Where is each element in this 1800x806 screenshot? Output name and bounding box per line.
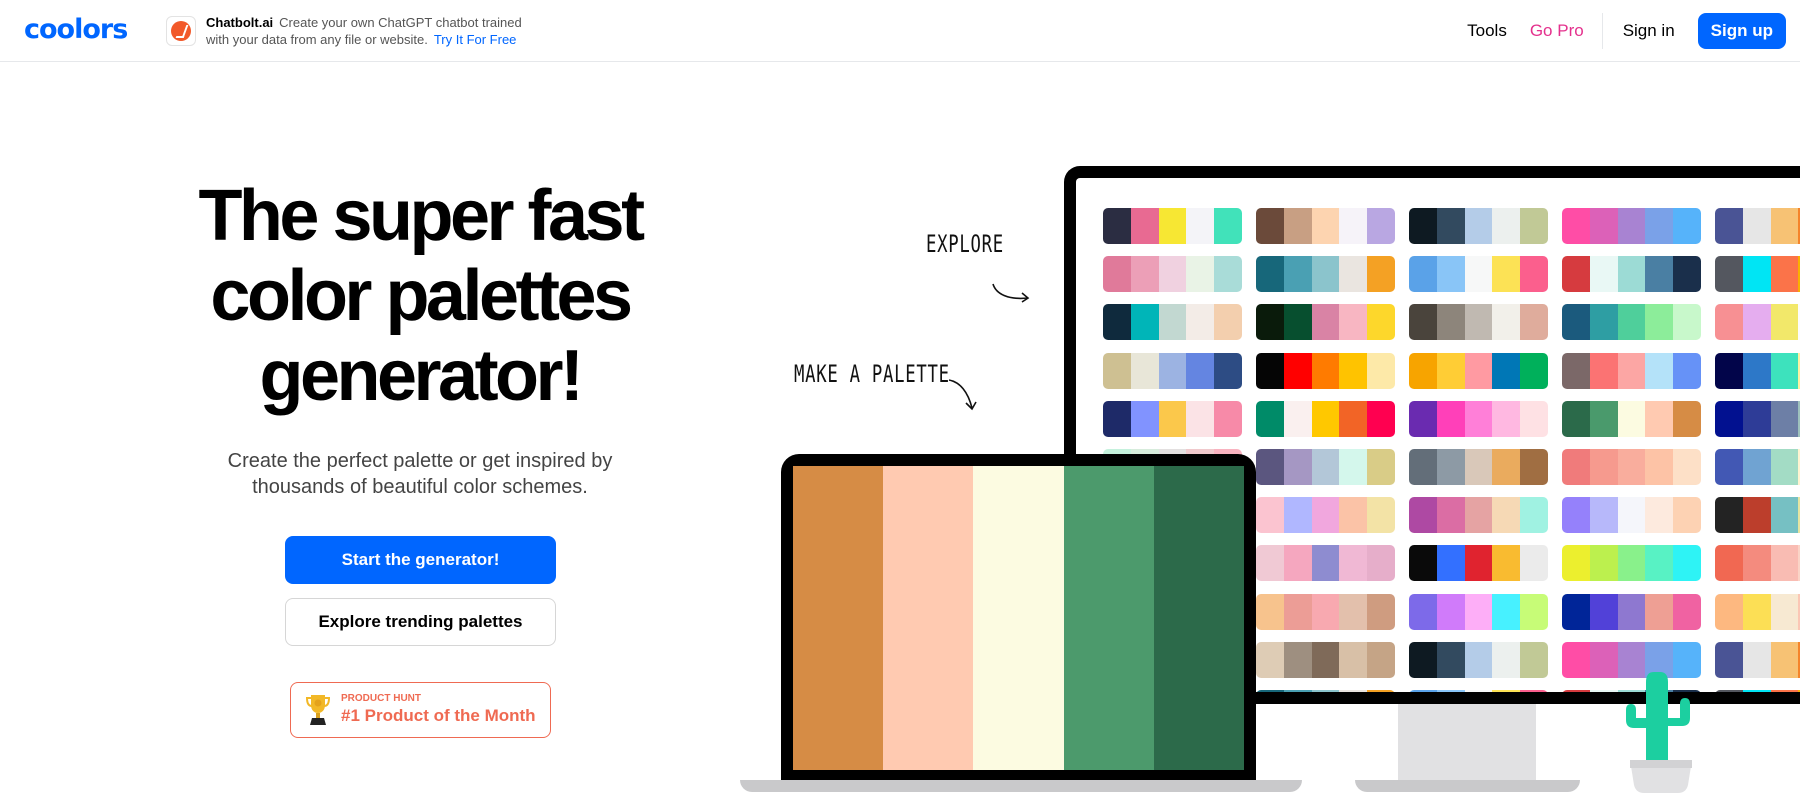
monitor-palette — [1256, 400, 1395, 437]
monitor-palette — [1256, 304, 1395, 341]
monitor-palette — [1715, 400, 1800, 437]
monitor-palette — [1715, 593, 1800, 630]
nav-divider — [1601, 13, 1603, 49]
laptop-swatch — [1153, 466, 1244, 770]
monitor-palette — [1409, 593, 1548, 630]
ad-text-block: Chatbolt.ai Create your own ChatGPT chatb… — [206, 14, 546, 48]
trophy-icon — [305, 695, 331, 725]
monitor-palette — [1256, 256, 1395, 293]
tools-menu[interactable]: Tools — [1467, 21, 1507, 41]
sign-in-link[interactable]: Sign in — [1623, 21, 1675, 41]
monitor-palette — [1409, 304, 1548, 341]
ad-brand: Chatbolt.ai — [206, 15, 274, 30]
monitor-palette — [1562, 352, 1701, 389]
laptop-swatch — [1063, 466, 1154, 770]
monitor-palette — [1103, 400, 1242, 437]
monitor-palette — [1715, 497, 1800, 534]
hero-title-line-1: The super fast — [198, 176, 645, 256]
monitor-palette — [1562, 593, 1701, 630]
monitor-palette — [1715, 690, 1800, 692]
laptop-screen-palette — [793, 466, 1244, 770]
monitor-palette — [1562, 449, 1701, 485]
arrow-make-palette-icon — [948, 379, 977, 411]
laptop-swatch — [793, 466, 884, 770]
monitor-palette — [1103, 304, 1242, 341]
monitor-palette — [1715, 641, 1800, 678]
monitor-stand — [1398, 704, 1536, 780]
monitor-palette — [1715, 256, 1800, 293]
go-pro-link[interactable]: Go Pro — [1530, 21, 1584, 41]
nav-actions: Tools Go Pro Sign in Sign up — [1467, 13, 1786, 49]
monitor-palette — [1409, 256, 1548, 293]
monitor-palette — [1562, 256, 1701, 293]
explore-trending-button[interactable]: Explore trending palettes — [285, 598, 556, 646]
annotation-make-palette: MAKE A PALETTE — [794, 360, 950, 388]
hero-subtitle: Create the perfect palette or get inspir… — [227, 450, 613, 498]
monitor-palette — [1409, 352, 1548, 389]
product-hunt-badge[interactable]: PRODUCT HUNT #1 Product of the Month — [290, 682, 551, 738]
monitor-palette — [1103, 352, 1242, 389]
sign-up-button[interactable]: Sign up — [1697, 13, 1786, 49]
hero-title-line-3: generator! — [259, 336, 584, 416]
hero-title-line-2: color palettes — [210, 256, 633, 336]
monitor-palette — [1715, 304, 1800, 341]
start-generator-button[interactable]: Start the generator! — [285, 536, 556, 584]
monitor-palette — [1409, 208, 1548, 244]
badge-text: PRODUCT HUNT #1 Product of the Month — [341, 693, 536, 727]
monitor-palette — [1256, 449, 1395, 485]
arrow-explore-icon — [992, 283, 1030, 303]
top-navbar: coolors Chatbolt.ai Create your own ChatG… — [0, 0, 1800, 62]
badge-title: #1 Product of the Month — [341, 706, 536, 725]
monitor-palette — [1409, 449, 1548, 485]
monitor-palette — [1409, 641, 1548, 678]
chatbolt-logo-icon — [166, 16, 196, 46]
sponsored-ad[interactable]: Chatbolt.ai Create your own ChatGPT chatb… — [166, 14, 546, 48]
monitor-palette — [1409, 497, 1548, 534]
laptop-illustration — [781, 454, 1256, 782]
monitor-palette — [1256, 497, 1395, 534]
monitor-palette — [1256, 208, 1395, 244]
monitor-palette — [1715, 449, 1800, 485]
monitor-palette — [1256, 593, 1395, 630]
coolors-logo[interactable]: coolors — [24, 14, 128, 45]
monitor-palette — [1715, 352, 1800, 389]
laptop-base — [740, 780, 1302, 792]
monitor-palette — [1562, 208, 1701, 244]
badge-label: PRODUCT HUNT — [341, 693, 421, 704]
monitor-palette — [1409, 545, 1548, 582]
monitor-palette — [1256, 641, 1395, 678]
annotation-explore: EXPLORE — [926, 230, 1004, 258]
laptop-swatch — [883, 466, 974, 770]
monitor-palette — [1562, 545, 1701, 582]
cactus-icon — [1626, 672, 1692, 793]
monitor-palette — [1715, 208, 1800, 244]
monitor-palette — [1409, 690, 1548, 692]
monitor-palette — [1103, 256, 1242, 293]
monitor-palette — [1256, 352, 1395, 389]
monitor-palette — [1256, 545, 1395, 582]
monitor-stand-base — [1355, 780, 1580, 792]
monitor-palette — [1256, 690, 1395, 692]
monitor-palette — [1562, 400, 1701, 437]
laptop-swatch — [973, 466, 1064, 770]
hero-title: The super fast color palettes generator! — [120, 176, 720, 416]
monitor-palette — [1562, 497, 1701, 534]
ad-cta-link[interactable]: Try It For Free — [434, 32, 517, 47]
monitor-palette — [1103, 208, 1242, 244]
monitor-palette — [1562, 304, 1701, 341]
monitor-palette — [1409, 400, 1548, 437]
monitor-palette — [1715, 545, 1800, 582]
